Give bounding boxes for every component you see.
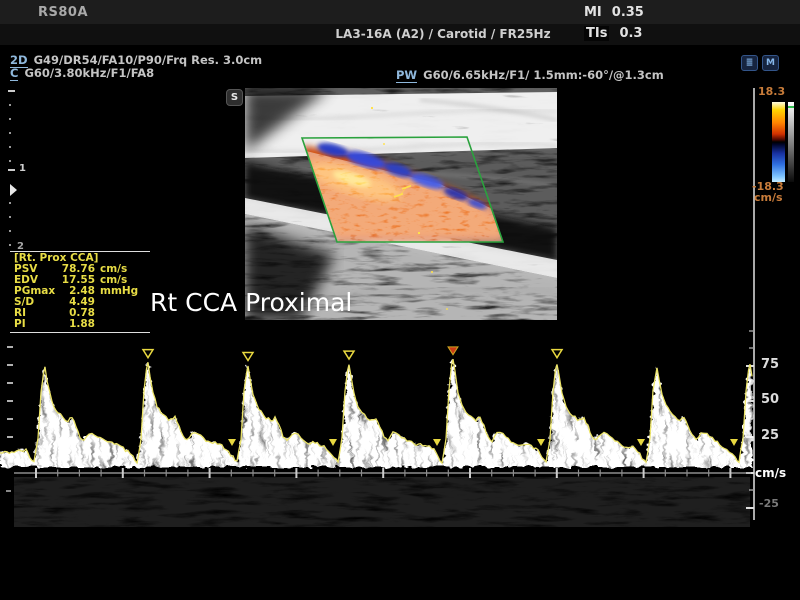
color-scale-bar (772, 102, 785, 182)
ti-readout: TIs 0.3 (584, 26, 642, 41)
spectral-left-ruler (6, 346, 13, 492)
edv-marker (228, 439, 236, 446)
archive-stack-icon[interactable]: ≣ (741, 55, 758, 71)
psv-marker-open (143, 350, 153, 358)
mode-color-params: C G60/3.80kHz/F1/FA8 (10, 66, 154, 80)
measurement-row: PI1.88 (14, 319, 148, 330)
edv-marker (637, 439, 645, 446)
status-icons: ≣ M (741, 55, 779, 71)
mi-value: 0.35 (612, 5, 644, 20)
depth-ruler (8, 90, 17, 246)
mode-color-label: C (10, 66, 18, 81)
psv-marker-open (243, 353, 253, 361)
edv-marker (537, 439, 545, 446)
edv-marker (433, 439, 441, 446)
mode-pw-params: PW G60/6.65kHz/F1/ 1.5mm:-60°/@1.3cm (396, 68, 664, 82)
gray-scale-bar (788, 102, 794, 182)
probe-preset-label: LA3-16A (A2) / Carotid / FR25Hz (0, 27, 800, 41)
velocity-unit-label: cm/s (755, 466, 786, 480)
annotation-text[interactable]: Rt CCA Proximal (150, 288, 352, 317)
mode-color-values: G60/3.80kHz/F1/FA8 (24, 66, 154, 80)
depth-label-1: 1 (19, 163, 26, 174)
velocity-label-25: 25 (761, 428, 779, 443)
ti-label: TIs (584, 26, 609, 41)
mode-2d-values: G49/DR54/FA10/P90/Frq Res. 3.0cm (34, 53, 263, 67)
mode-pw-values: G60/6.65kHz/F1/ 1.5mm:-60°/@1.3cm (423, 68, 664, 82)
psv-marker-open (344, 351, 354, 359)
mode-2d-params: 2DG49/DR54/FA10/P90/Frq Res. 3.0cm (10, 53, 262, 67)
spectral-waveform (0, 359, 752, 527)
colorbar-unit-label: cm/s (754, 191, 783, 204)
mi-readout: MI 0.35 (584, 5, 644, 20)
velocity-label-50: 50 (761, 392, 779, 407)
velocity-label-75: 75 (761, 357, 779, 372)
ultrasound-screen: RS80A LA3-16A (A2) / Carotid / FR25Hz MI… (0, 0, 800, 600)
time-axis (14, 468, 751, 478)
psv-marker-open (552, 350, 562, 358)
measurement-panel: [Rt. Prox CCA] PSV78.76cm/s EDV17.55cm/s… (10, 251, 150, 333)
psv-marker-selected (448, 347, 458, 355)
orientation-marker: S (226, 89, 243, 106)
colorbar-max-label: 18.3 (758, 85, 785, 98)
title-bar (0, 0, 800, 24)
edv-marker (329, 439, 337, 446)
mode-pw-label: PW (396, 68, 417, 83)
mi-label: MI (584, 5, 602, 20)
velocity-label-neg25: -25 (759, 497, 779, 510)
gray-bar-marker (788, 106, 794, 108)
measure-package-icon[interactable]: M (762, 55, 779, 71)
ti-value: 0.3 (619, 26, 642, 41)
edv-marker (730, 439, 738, 446)
system-model-label: RS80A (38, 5, 88, 20)
focus-marker (10, 184, 17, 196)
beat-markers (143, 347, 738, 446)
